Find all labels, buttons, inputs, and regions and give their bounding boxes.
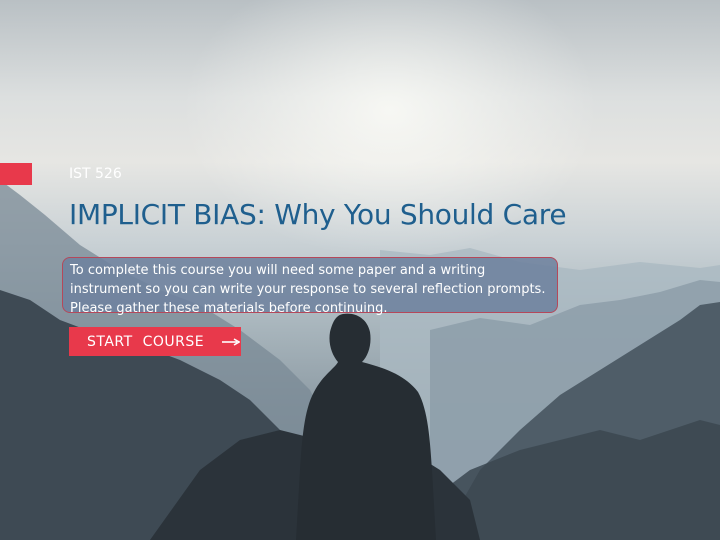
- accent-bar: [0, 163, 32, 185]
- materials-notice: To complete this course you will need so…: [62, 257, 558, 316]
- start-course-label: START COURSE: [87, 333, 205, 350]
- start-course-button[interactable]: START COURSE: [69, 327, 241, 356]
- course-title-slide: IST 526 IMPLICIT BIAS: Why You Should Ca…: [0, 0, 720, 540]
- page-title: IMPLICIT BIAS: Why You Should Care: [69, 198, 567, 231]
- course-code: IST 526: [69, 166, 122, 182]
- arrow-right-icon: [222, 337, 241, 346]
